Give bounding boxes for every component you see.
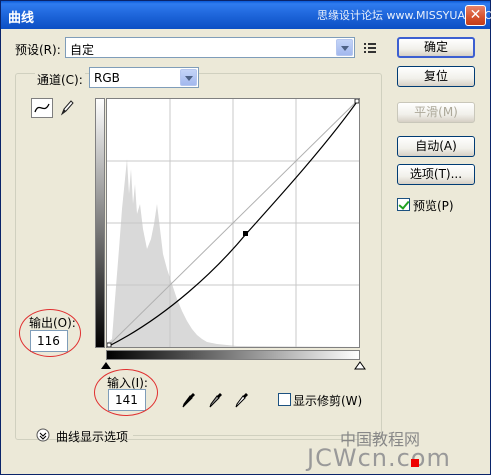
chevron-down-icon — [180, 69, 197, 86]
curve-display-options-label[interactable]: 曲线显示选项 — [56, 428, 128, 445]
input-highlight-circle — [94, 369, 158, 416]
curve-graph[interactable] — [106, 98, 360, 348]
output-highlight-circle — [19, 309, 81, 357]
preset-select[interactable]: 自定 — [65, 37, 355, 58]
close-icon: ✕ — [469, 7, 482, 23]
input-gradient-bar — [106, 350, 360, 360]
white-eyedropper-icon[interactable] — [234, 391, 250, 409]
curve-point-tool[interactable] — [31, 98, 53, 118]
ok-button[interactable]: 确定 — [397, 37, 475, 58]
auto-button[interactable]: 自动(A) — [397, 136, 475, 157]
options-button[interactable]: 选项(T)... — [397, 164, 475, 185]
watermark-bottom-logo: JCWcn.com — [307, 444, 451, 472]
channel-label: 通道(C): — [35, 71, 85, 88]
channel-value: RGB — [94, 71, 120, 85]
curves-dialog: 曲线 思缘设计论坛 www.MISSYUAN.COM ✕ 预设(R): 自定 确… — [0, 0, 491, 475]
reset-button[interactable]: 复位 — [397, 66, 475, 87]
curve-endpoint-white — [354, 98, 360, 104]
black-eyedropper-icon[interactable] — [181, 391, 197, 409]
curve-tool-icon — [34, 103, 50, 113]
dialog-title: 曲线 — [8, 11, 35, 26]
title-bar[interactable]: 曲线 思缘设计论坛 www.MISSYUAN.COM ✕ — [1, 1, 491, 29]
smooth-button[interactable]: 平滑(M) — [397, 102, 475, 123]
preset-value: 自定 — [70, 43, 95, 57]
output-gradient-bar — [95, 98, 105, 348]
chevron-down-icon — [336, 39, 353, 56]
preview-checkbox[interactable] — [397, 198, 410, 211]
black-point-slider[interactable] — [100, 361, 112, 371]
curve-control-point — [243, 231, 248, 236]
show-clipping-label: 显示修剪(W) — [293, 394, 363, 408]
preview-label: 预览(P) — [413, 199, 454, 213]
close-button[interactable]: ✕ — [465, 5, 486, 26]
gray-eyedropper-icon[interactable] — [208, 391, 224, 409]
preset-label: 预设(R): — [15, 43, 61, 57]
curve-graph-svg — [106, 98, 360, 348]
expand-chevron-icon[interactable] — [36, 428, 50, 442]
watermark-dot — [411, 459, 419, 467]
white-point-slider[interactable] — [354, 361, 366, 371]
preset-options-icon[interactable] — [363, 41, 379, 55]
curve-endpoint-black — [106, 342, 112, 348]
channel-select[interactable]: RGB — [89, 67, 199, 88]
pencil-icon[interactable] — [58, 98, 76, 118]
show-clipping-checkbox[interactable] — [278, 393, 291, 406]
